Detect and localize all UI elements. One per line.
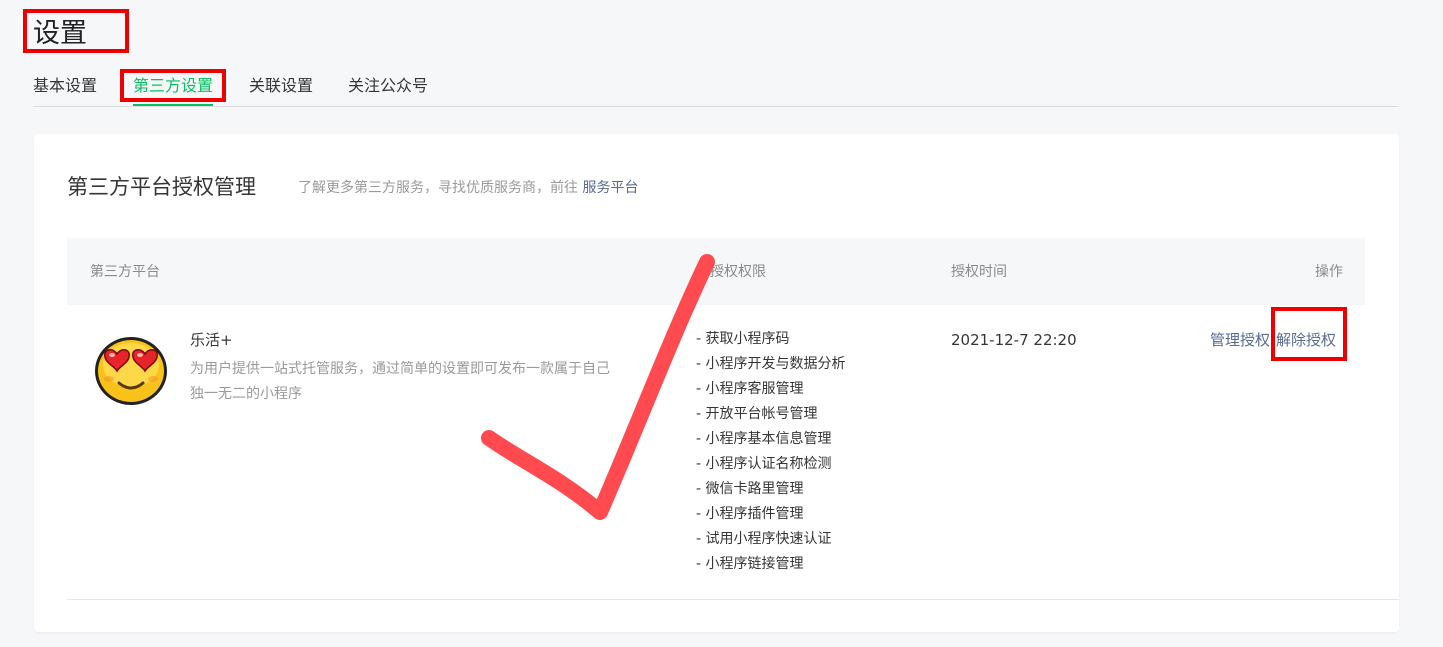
section-title: 第三方平台授权管理: [67, 175, 256, 199]
header-auth-time: 授权时间: [951, 264, 1007, 280]
revoke-auth-link[interactable]: 解除授权: [1276, 331, 1336, 349]
tab-related-settings[interactable]: 关联设置: [249, 72, 313, 106]
section-description: 了解更多第三方服务，寻找优质服务商，前往 服务平台: [298, 178, 638, 198]
permission-item: - 小程序插件管理: [696, 506, 804, 522]
header-permissions: 已授权权限: [696, 264, 766, 280]
section-description-text: 了解更多第三方服务，寻找优质服务商，前往: [298, 180, 578, 196]
tab-third-party-settings[interactable]: 第三方设置: [133, 72, 214, 106]
permission-item: - 开放平台帐号管理: [696, 406, 818, 422]
permission-item: - 小程序认证名称检测: [696, 456, 832, 472]
platform-name: 乐活+: [190, 331, 233, 349]
tab-bar: 基本设置 第三方设置 关联设置 关注公众号: [33, 72, 1398, 107]
row-actions: 管理授权 解除授权: [1210, 329, 1336, 351]
permission-list: - 获取小程序码 - 小程序开发与数据分析 - 小程序客服管理 - 开放平台帐号…: [696, 327, 846, 577]
platform-description: 为用户提供一站式托管服务，通过简单的设置即可发布一款属于自己 独一无二的小程序: [190, 357, 665, 407]
table-header: 第三方平台 已授权权限 授权时间 操作: [67, 238, 1365, 305]
auth-time: 2021-12-7 22:20: [951, 331, 1077, 349]
header-platform: 第三方平台: [90, 264, 160, 280]
tab-basic-settings[interactable]: 基本设置: [33, 72, 97, 106]
permission-item: - 小程序链接管理: [696, 556, 804, 572]
header-actions: 操作: [1315, 264, 1343, 280]
page-title: 设置: [33, 18, 87, 49]
permission-item: - 小程序开发与数据分析: [696, 356, 846, 372]
permission-item: - 小程序客服管理: [696, 381, 804, 397]
third-party-card: 第三方平台授权管理 了解更多第三方服务，寻找优质服务商，前往 服务平台 第三方平…: [34, 134, 1399, 632]
permission-item: - 获取小程序码: [696, 331, 790, 347]
permission-item: - 微信卡路里管理: [696, 481, 804, 497]
permission-item: - 小程序基本信息管理: [696, 431, 832, 447]
manage-auth-link[interactable]: 管理授权: [1210, 331, 1270, 349]
service-platform-link[interactable]: 服务平台: [582, 180, 638, 196]
platform-description-line: 独一无二的小程序: [190, 386, 302, 402]
tab-follow-official-account[interactable]: 关注公众号: [348, 72, 428, 106]
table-row: 乐活+ 为用户提供一站式托管服务，通过简单的设置即可发布一款属于自己 独一无二的…: [67, 305, 1399, 600]
platform-description-line: 为用户提供一站式托管服务，通过简单的设置即可发布一款属于自己: [190, 361, 610, 377]
permission-item: - 试用小程序快速认证: [696, 531, 832, 547]
heart-eyes-emoji-icon: [95, 337, 167, 405]
